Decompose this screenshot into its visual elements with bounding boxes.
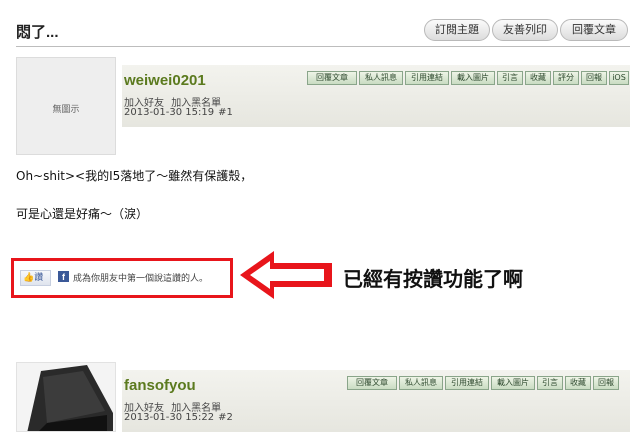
page-title: 悶了... <box>16 24 59 41</box>
post-datetime: 2013-01-30 15:19 <box>124 107 215 118</box>
phone-photo-icon <box>17 363 115 431</box>
username[interactable]: weiwei0201 <box>124 72 206 89</box>
quote-button[interactable]: 引言 <box>537 376 563 390</box>
divider <box>16 46 630 47</box>
like-button-label: 讚 <box>34 273 44 283</box>
post-meta: 2013-01-30 15:22 #2 <box>124 412 233 423</box>
post-2: fansofyou 加入好友 加入黑名單 2013-01-30 15:22 #2 … <box>16 362 630 432</box>
reply-post-button[interactable]: 回覆文章 <box>347 376 397 390</box>
private-message-button[interactable]: 私人訊息 <box>359 71 403 85</box>
collect-button[interactable]: 收藏 <box>525 71 551 85</box>
avatar-placeholder-text: 無圖示 <box>52 105 80 115</box>
post-header: fansofyou 加入好友 加入黑名單 2013-01-30 15:22 #2 … <box>122 370 630 432</box>
topic-header: 悶了... 訂閱主題 友善列印 回覆文章 <box>0 0 640 48</box>
collect-button[interactable]: 收藏 <box>565 376 591 390</box>
quote-link-button[interactable]: 引用連結 <box>445 376 489 390</box>
reply-post-button[interactable]: 回覆文章 <box>307 71 357 85</box>
post-number[interactable]: #1 <box>218 107 233 118</box>
left-arrow-icon <box>240 251 332 299</box>
ios-button[interactable]: iOS <box>609 71 629 85</box>
post-body-line-1: Oh~shit><我的I5落地了～雖然有保護殼， <box>16 169 253 183</box>
private-message-button[interactable]: 私人訊息 <box>399 376 443 390</box>
like-highlight-box: 👍讚 f 成為你朋友中第一個說這讚的人。 <box>11 258 233 298</box>
quote-button[interactable]: 引言 <box>497 71 523 85</box>
post-header: weiwei0201 加入好友 加入黑名單 2013-01-30 15:19 #1… <box>122 65 630 127</box>
report-button[interactable]: 回報 <box>581 71 607 85</box>
quote-link-button[interactable]: 引用連結 <box>405 71 449 85</box>
rate-button[interactable]: 評分 <box>553 71 579 85</box>
thumbs-up-icon: 👍 <box>23 273 35 283</box>
avatar: 無圖示 <box>16 57 116 155</box>
username[interactable]: fansofyou <box>124 377 196 394</box>
facebook-icon: f <box>58 271 69 282</box>
annotation-text: 已經有按讚功能了啊 <box>343 267 523 291</box>
facebook-like-button[interactable]: 👍讚 <box>20 270 51 286</box>
avatar <box>16 362 116 432</box>
post-meta: 2013-01-30 15:19 #1 <box>124 107 233 118</box>
load-image-button[interactable]: 載入圖片 <box>491 376 535 390</box>
subscribe-button[interactable]: 訂閱主題 <box>424 19 490 41</box>
print-button[interactable]: 友善列印 <box>492 19 558 41</box>
post-1: 無圖示 weiwei0201 加入好友 加入黑名單 2013-01-30 15:… <box>16 57 630 157</box>
report-button[interactable]: 回報 <box>593 376 619 390</box>
like-social-text: 成為你朋友中第一個說這讚的人。 <box>73 274 209 284</box>
post-number[interactable]: #2 <box>218 412 233 423</box>
reply-topic-button[interactable]: 回覆文章 <box>560 19 628 41</box>
post-body-line-2: 可是心還是好痛～（淚） <box>16 207 149 221</box>
post-datetime: 2013-01-30 15:22 <box>124 412 215 423</box>
load-image-button[interactable]: 載入圖片 <box>451 71 495 85</box>
